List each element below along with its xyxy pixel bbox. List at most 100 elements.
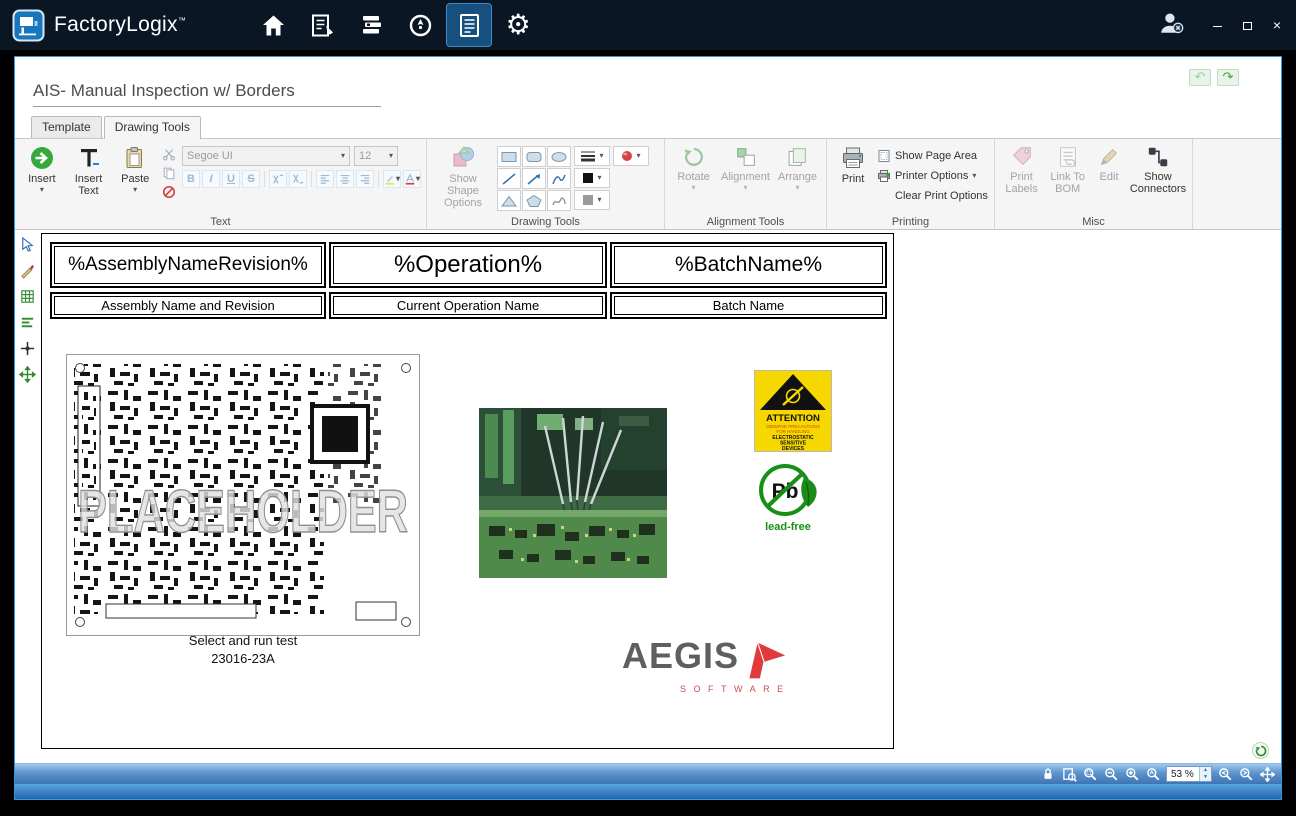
alignment-button[interactable]: Alignment ▾ (720, 142, 771, 213)
caption-operation[interactable]: Current Operation Name (329, 292, 607, 319)
fill-color-combo[interactable]: ▾ (574, 168, 610, 188)
shape-polygon-button[interactable] (522, 190, 546, 211)
lead-free-symbol[interactable]: Pb lead-free (756, 462, 824, 536)
zoom-step-up-button[interactable]: ▲ (1200, 767, 1211, 774)
redo-button[interactable]: ↷ (1217, 69, 1239, 86)
zoom-window-button[interactable] (1145, 766, 1161, 782)
dropdown-arrow: ▾ (341, 153, 345, 159)
cut-button[interactable] (160, 146, 178, 162)
font-name-combo[interactable]: Segoe UI ▾ (182, 146, 350, 166)
zoom-previous-button[interactable] (1217, 766, 1233, 782)
insert-button[interactable]: Insert ▾ (20, 142, 64, 213)
zoom-selection-button[interactable] (1082, 766, 1098, 782)
zoom-out-button[interactable] (1103, 766, 1119, 782)
tab-drawing-tools[interactable]: Drawing Tools (104, 116, 201, 139)
zoom-next-button[interactable] (1238, 766, 1254, 782)
highlight-color-button[interactable]: ▾ (383, 170, 401, 188)
pcb-placeholder-image[interactable]: PLACEHOLDER (66, 354, 420, 636)
show-shape-options-button[interactable]: Show Shape Options (432, 142, 494, 213)
align-center-button[interactable] (336, 170, 354, 188)
dropdown-arrow: ▾ (396, 176, 400, 182)
print-button[interactable]: Print (832, 142, 874, 213)
process-definition-nav-button[interactable] (299, 3, 345, 47)
select-tool-button[interactable] (17, 234, 37, 254)
label-template-canvas[interactable]: %AssemblyNameRevision% %Operation% %Batc… (41, 233, 894, 749)
show-connectors-button[interactable]: Show Connectors (1129, 142, 1187, 213)
link-to-bom-button[interactable]: Link To BOM (1046, 142, 1089, 213)
arrange-button[interactable]: Arrange ▾ (774, 142, 821, 213)
grid-tool-button[interactable] (17, 286, 37, 306)
close-button[interactable]: × (1266, 14, 1288, 36)
shape-freeform-button[interactable] (547, 190, 571, 211)
undo-button[interactable]: ↶ (1189, 69, 1211, 86)
test-probe-photo[interactable] (479, 408, 667, 578)
snap-anchor-tool-button[interactable] (17, 338, 37, 358)
paste-button[interactable]: Paste ▾ (113, 142, 157, 213)
print-labels-button[interactable]: Print Labels (1000, 142, 1043, 213)
bold-button[interactable]: B (182, 170, 200, 188)
library-nav-button[interactable] (348, 3, 394, 47)
field-assembly-name-revision[interactable]: %AssemblyNameRevision% (50, 242, 326, 288)
copy-button[interactable] (160, 165, 178, 181)
outline-color-combo[interactable]: ▾ (574, 190, 610, 210)
minimize-button[interactable] (1206, 14, 1228, 36)
esd-warning-label[interactable]: ATTENTION OBSERVE PRECAUTIONS FOR HANDLI… (754, 370, 832, 452)
zoom-in-button[interactable] (1124, 766, 1140, 782)
home-nav-button[interactable] (250, 3, 296, 47)
underline-button[interactable]: U (222, 170, 240, 188)
superscript-button[interactable] (269, 170, 287, 188)
pan-button[interactable] (1259, 766, 1275, 782)
group-label-printing: Printing (827, 216, 994, 228)
edit-button[interactable]: Edit (1092, 142, 1126, 213)
zoom-selection-icon (1083, 767, 1098, 782)
shape-style-combo[interactable]: ▾ (613, 146, 649, 166)
aegis-logo[interactable]: AEGIS SOFTWARE (622, 638, 812, 692)
dropdown-arrow: ▾ (599, 153, 603, 159)
tab-template[interactable]: Template (31, 116, 102, 138)
canvas-corner-button[interactable] (1252, 742, 1269, 759)
align-left-button[interactable] (316, 170, 334, 188)
shape-rectangle-button[interactable] (497, 146, 521, 167)
insert-text-button[interactable]: Insert Text (67, 142, 111, 213)
shape-line-button[interactable] (497, 168, 521, 189)
document-title[interactable]: AIS- Manual Inspection w/ Borders (33, 81, 381, 107)
shape-triangle-button[interactable] (497, 190, 521, 211)
test-caption-line2[interactable]: 23016-23A (66, 651, 420, 666)
caption-assembly-name-revision[interactable]: Assembly Name and Revision (50, 292, 326, 319)
fit-page-button[interactable] (1061, 766, 1077, 782)
shape-ellipse-button[interactable] (547, 146, 571, 167)
align-guides-tool-button[interactable] (17, 312, 37, 332)
clear-formatting-button[interactable] (160, 184, 178, 200)
field-batch-name[interactable]: %BatchName% (610, 242, 887, 288)
shape-curve-button[interactable] (547, 168, 571, 189)
clear-print-options-button[interactable]: Clear Print Options (877, 187, 988, 205)
zoom-step-down-button[interactable]: ▼ (1200, 774, 1211, 781)
font-controls: Segoe UI ▾ 12 ▾ B I U S (182, 142, 421, 213)
settings-nav-button[interactable]: ⚙ (495, 3, 541, 47)
user-button[interactable] (1158, 10, 1184, 41)
maximize-button[interactable] (1236, 14, 1258, 36)
subscript-button[interactable] (289, 170, 307, 188)
lock-view-button[interactable] (1040, 766, 1056, 782)
printer-options-button[interactable]: Printer Options ▾ (877, 167, 988, 185)
line-weight-combo[interactable]: ▾ (574, 146, 610, 166)
font-size-combo[interactable]: 12 ▾ (354, 146, 398, 166)
strikethrough-button[interactable]: S (242, 170, 260, 188)
show-page-area-button[interactable]: Show Page Area (877, 147, 988, 165)
clipboard-mini-buttons (160, 142, 179, 213)
shape-rounded-rectangle-button[interactable] (522, 146, 546, 167)
zoom-level-value[interactable]: 53 % (1167, 769, 1199, 780)
test-caption-line1[interactable]: Select and run test (66, 633, 420, 648)
rotate-button[interactable]: Rotate ▾ (670, 142, 717, 213)
field-operation[interactable]: %Operation% (329, 242, 607, 288)
document-viewer-nav-button[interactable] (446, 3, 492, 47)
pen-tool-button[interactable] (17, 260, 37, 280)
italic-button[interactable]: I (202, 170, 220, 188)
move-tool-button[interactable] (17, 364, 37, 384)
zoom-out-icon (1104, 767, 1119, 782)
caption-batch-name[interactable]: Batch Name (610, 292, 887, 319)
align-right-button[interactable] (356, 170, 374, 188)
npi-nav-button[interactable] (397, 3, 443, 47)
shape-arrow-button[interactable] (522, 168, 546, 189)
font-color-button[interactable]: ▾ (403, 170, 421, 188)
